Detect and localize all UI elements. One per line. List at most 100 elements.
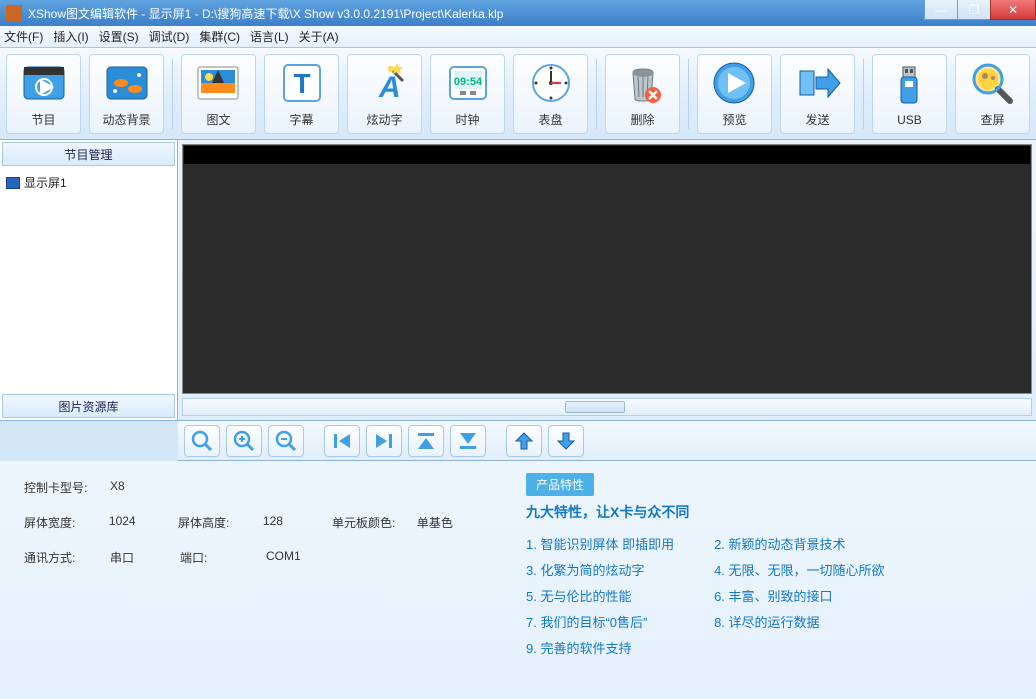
menu-item-4[interactable]: 集群(C) [199, 28, 240, 45]
tool-label: USB [897, 113, 922, 127]
tool-label: 炫动字 [367, 111, 403, 128]
picture-icon [194, 59, 242, 107]
comm-value: 串口 [110, 549, 180, 566]
play-icon [710, 59, 758, 107]
zoom-out-icon [274, 429, 298, 453]
tool-label: 删除 [631, 111, 655, 128]
device-info: 控制卡型号: X8 屏体宽度: 1024 屏体高度: 128 单元板颜色: 单基… [0, 461, 510, 699]
sidebar-header[interactable]: 节目管理 [2, 142, 175, 166]
card-model-label: 控制卡型号: [24, 479, 110, 496]
last-icon [372, 429, 396, 453]
width-label: 屏体宽度: [24, 514, 109, 531]
maximize-button[interactable]: ❐ [957, 0, 991, 20]
ctrl-top[interactable] [408, 425, 444, 457]
svg-text:T: T [293, 68, 310, 99]
send-icon [794, 59, 842, 107]
ctrl-last[interactable] [366, 425, 402, 457]
subtitle-icon: T [278, 59, 326, 107]
ctrl-up[interactable] [506, 425, 542, 457]
program-tree[interactable]: 显示屏1 [0, 168, 177, 392]
card-model-value: X8 [110, 479, 180, 496]
horizontal-scrollbar[interactable] [182, 398, 1032, 416]
sidebar: 节目管理 显示屏1 图片资源库 [0, 140, 178, 420]
zoom-reset-icon [190, 429, 214, 453]
menubar: 文件(F) 插入(I) 设置(S) 调试(D) 集群(C) 语言(L) 关于(A) [0, 26, 1036, 48]
tool-label: 查屏 [980, 111, 1004, 128]
menu-item-6[interactable]: 关于(A) [299, 28, 339, 45]
minimize-button[interactable]: — [924, 0, 958, 20]
menu-item-2[interactable]: 设置(S) [99, 28, 139, 45]
zoom-in-icon [232, 429, 256, 453]
feature-item: 8. 详尽的运行数据 [714, 610, 884, 636]
tree-item-screen1[interactable]: 显示屏1 [6, 172, 171, 193]
feature-item: 7. 我们的目标“0售后” [526, 610, 674, 636]
feature-item: 2. 新颖的动态背景技术 [714, 532, 884, 558]
first-icon [330, 429, 354, 453]
toolbar-separator [688, 59, 689, 129]
scrollbar-thumb[interactable] [565, 401, 625, 413]
color-value: 单基色 [417, 514, 486, 531]
tool-label: 动态背景 [103, 111, 151, 128]
svg-text:09:54: 09:54 [453, 76, 482, 88]
feature-item: 4. 无限、无限，一切随心所欲 [714, 558, 884, 584]
tool-dynbg[interactable]: 动态背景 [89, 54, 164, 134]
search-icon [968, 59, 1016, 107]
window-title: XShow图文编辑软件 - 显示屏1 - D:\搜狗高速下载\X Show v3… [28, 5, 503, 22]
comm-label: 通讯方式: [24, 549, 110, 566]
tool-label: 字幕 [290, 111, 314, 128]
menu-item-3[interactable]: 调试(D) [149, 28, 190, 45]
tool-subtitle[interactable]: T 字幕 [264, 54, 339, 134]
tool-label: 预览 [722, 111, 746, 128]
titlebar: XShow图文编辑软件 - 显示屏1 - D:\搜狗高速下载\X Show v3… [0, 0, 1036, 26]
tree-item-label: 显示屏1 [24, 174, 67, 191]
ctrl-down[interactable] [548, 425, 584, 457]
bottom-icon [456, 429, 480, 453]
ctrl-first[interactable] [324, 425, 360, 457]
tool-picture[interactable]: 图文 [181, 54, 256, 134]
features-heading: 九大特性，让X卡与众不同 [526, 502, 1020, 522]
preview-canvas[interactable] [182, 144, 1032, 394]
color-label: 单元板颜色: [332, 514, 417, 531]
toolbar-separator [863, 59, 864, 129]
tool-dial[interactable]: 表盘 [513, 54, 588, 134]
tool-magictext[interactable]: A炫动字 [347, 54, 422, 134]
port-value: COM1 [266, 549, 336, 566]
feature-item: 3. 化繁为简的炫动字 [526, 558, 674, 584]
ctrl-zoom-in[interactable] [226, 425, 262, 457]
tool-send[interactable]: 发送 [780, 54, 855, 134]
ctrl-zoom-out[interactable] [268, 425, 304, 457]
tool-usb[interactable]: USB [872, 54, 947, 134]
digiclock-icon: 09:54 [444, 59, 492, 107]
toolbar: 节目动态背景 图文 T 字幕 A炫动字 09:54 时钟 表盘删除 预览 发送 USB 查屏 [0, 48, 1036, 140]
close-button[interactable]: ✕ [990, 0, 1036, 20]
sidebar-footer[interactable]: 图片资源库 [2, 394, 175, 418]
dynbg-icon [103, 59, 151, 107]
features-list-left: 1. 智能识别屏体 即插即用3. 化繁为简的炫动字5. 无与伦比的性能7. 我们… [526, 532, 674, 662]
tool-search[interactable]: 查屏 [955, 54, 1030, 134]
tool-program[interactable]: 节目 [6, 54, 81, 134]
tool-digiclock[interactable]: 09:54 时钟 [430, 54, 505, 134]
feature-item: 6. 丰富、别致的接口 [714, 584, 884, 610]
ctrl-bottom[interactable] [450, 425, 486, 457]
down-icon [554, 429, 578, 453]
menu-item-0[interactable]: 文件(F) [4, 28, 43, 45]
ctrl-zoom-reset[interactable] [184, 425, 220, 457]
window-controls: — ❐ ✕ [925, 0, 1036, 20]
bottom-panel: 控制卡型号: X8 屏体宽度: 1024 屏体高度: 128 单元板颜色: 单基… [0, 461, 1036, 699]
height-value: 128 [263, 514, 332, 531]
toolbar-separator [172, 59, 173, 129]
dial-icon [527, 59, 575, 107]
led-strip [184, 146, 1030, 164]
tool-delete[interactable]: 删除 [605, 54, 680, 134]
tool-label: 图文 [206, 111, 230, 128]
delete-icon [619, 59, 667, 107]
usb-icon [885, 61, 933, 109]
port-label: 端口: [180, 549, 266, 566]
menu-item-5[interactable]: 语言(L) [250, 28, 289, 45]
tool-label: 时钟 [456, 111, 480, 128]
features-list-right: 2. 新颖的动态背景技术4. 无限、无限，一切随心所欲6. 丰富、别致的接口8.… [714, 532, 884, 662]
tool-play[interactable]: 预览 [697, 54, 772, 134]
feature-item: 9. 完善的软件支持 [526, 636, 674, 662]
menu-item-1[interactable]: 插入(I) [53, 28, 88, 45]
app-icon [6, 5, 22, 21]
